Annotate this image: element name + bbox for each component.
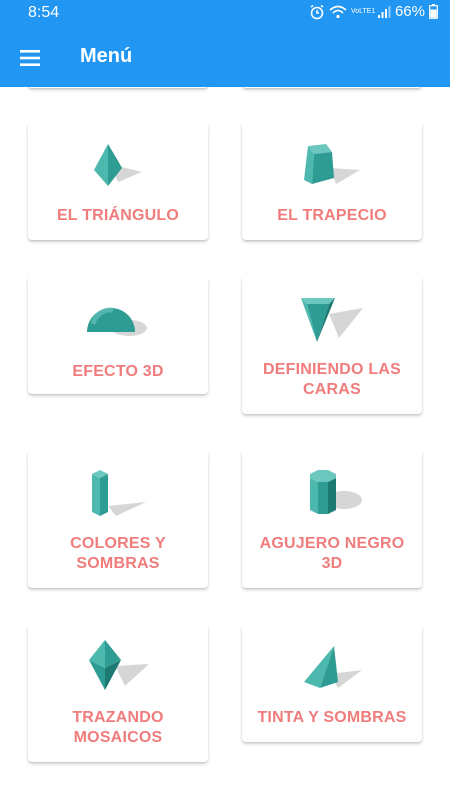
rectangular-prism-icon: [92, 470, 146, 516]
card-label: TINTA Y SOMBRAS: [257, 709, 407, 726]
card-efecto-3d[interactable]: EFECTO 3D: [28, 276, 208, 394]
octagonal-prism-icon: [310, 470, 362, 514]
page-title-overlay: Menú: [80, 45, 133, 67]
status-icons: VoLTE1 66%: [309, 3, 438, 20]
alarm-icon: [310, 4, 324, 19]
card-el-trapecio[interactable]: EL TRAPECIO: [242, 122, 422, 240]
status-time: 8:54: [28, 4, 60, 21]
pyramid-icon: [304, 646, 362, 688]
card-colores-y-sombras[interactable]: COLORES Y SOMBRAS: [28, 450, 208, 588]
tetrahedron-icon: [94, 144, 142, 186]
card-trazando-mosaicos[interactable]: TRAZANDO MOSAICOS: [28, 624, 208, 762]
octahedron-icon: [89, 640, 149, 690]
card-label: DEFINIENDO LAS CARAS: [263, 361, 401, 398]
signal-icon: [377, 5, 391, 18]
volte-label: VoLTE1: [350, 7, 376, 15]
card-definiendo-las-caras[interactable]: DEFINIENDO LAS CARAS: [242, 276, 422, 414]
card-label: AGUJERO NEGRO 3D: [259, 535, 405, 572]
status-bar: 8:54 VoLTE1 66%: [0, 0, 450, 28]
truncated-pyramid-icon: [304, 144, 360, 184]
hamburger-menu-icon-overlay[interactable]: [16, 44, 44, 72]
card-el-triangulo[interactable]: EL TRIÁNGULO: [28, 122, 208, 240]
card-label: TRAZANDO MOSAICOS: [72, 709, 164, 746]
wifi-icon: [329, 5, 347, 18]
card-tinta-y-sombras[interactable]: TINTA Y SOMBRAS: [242, 624, 422, 742]
card-label: EL TRAPECIO: [277, 207, 387, 224]
battery-icon: [429, 4, 438, 19]
hemisphere-icon: [87, 307, 147, 336]
card-label: COLORES Y SOMBRAS: [70, 535, 166, 572]
battery-percent: 66%: [394, 3, 425, 20]
card-label: EL TRIÁNGULO: [56, 207, 180, 224]
inverted-prism-icon: [301, 298, 363, 342]
card-agujero-negro-3d[interactable]: AGUJERO NEGRO 3D: [242, 450, 422, 588]
card-label: EFECTO 3D: [72, 363, 164, 380]
app-bar-cover: [0, 28, 450, 87]
